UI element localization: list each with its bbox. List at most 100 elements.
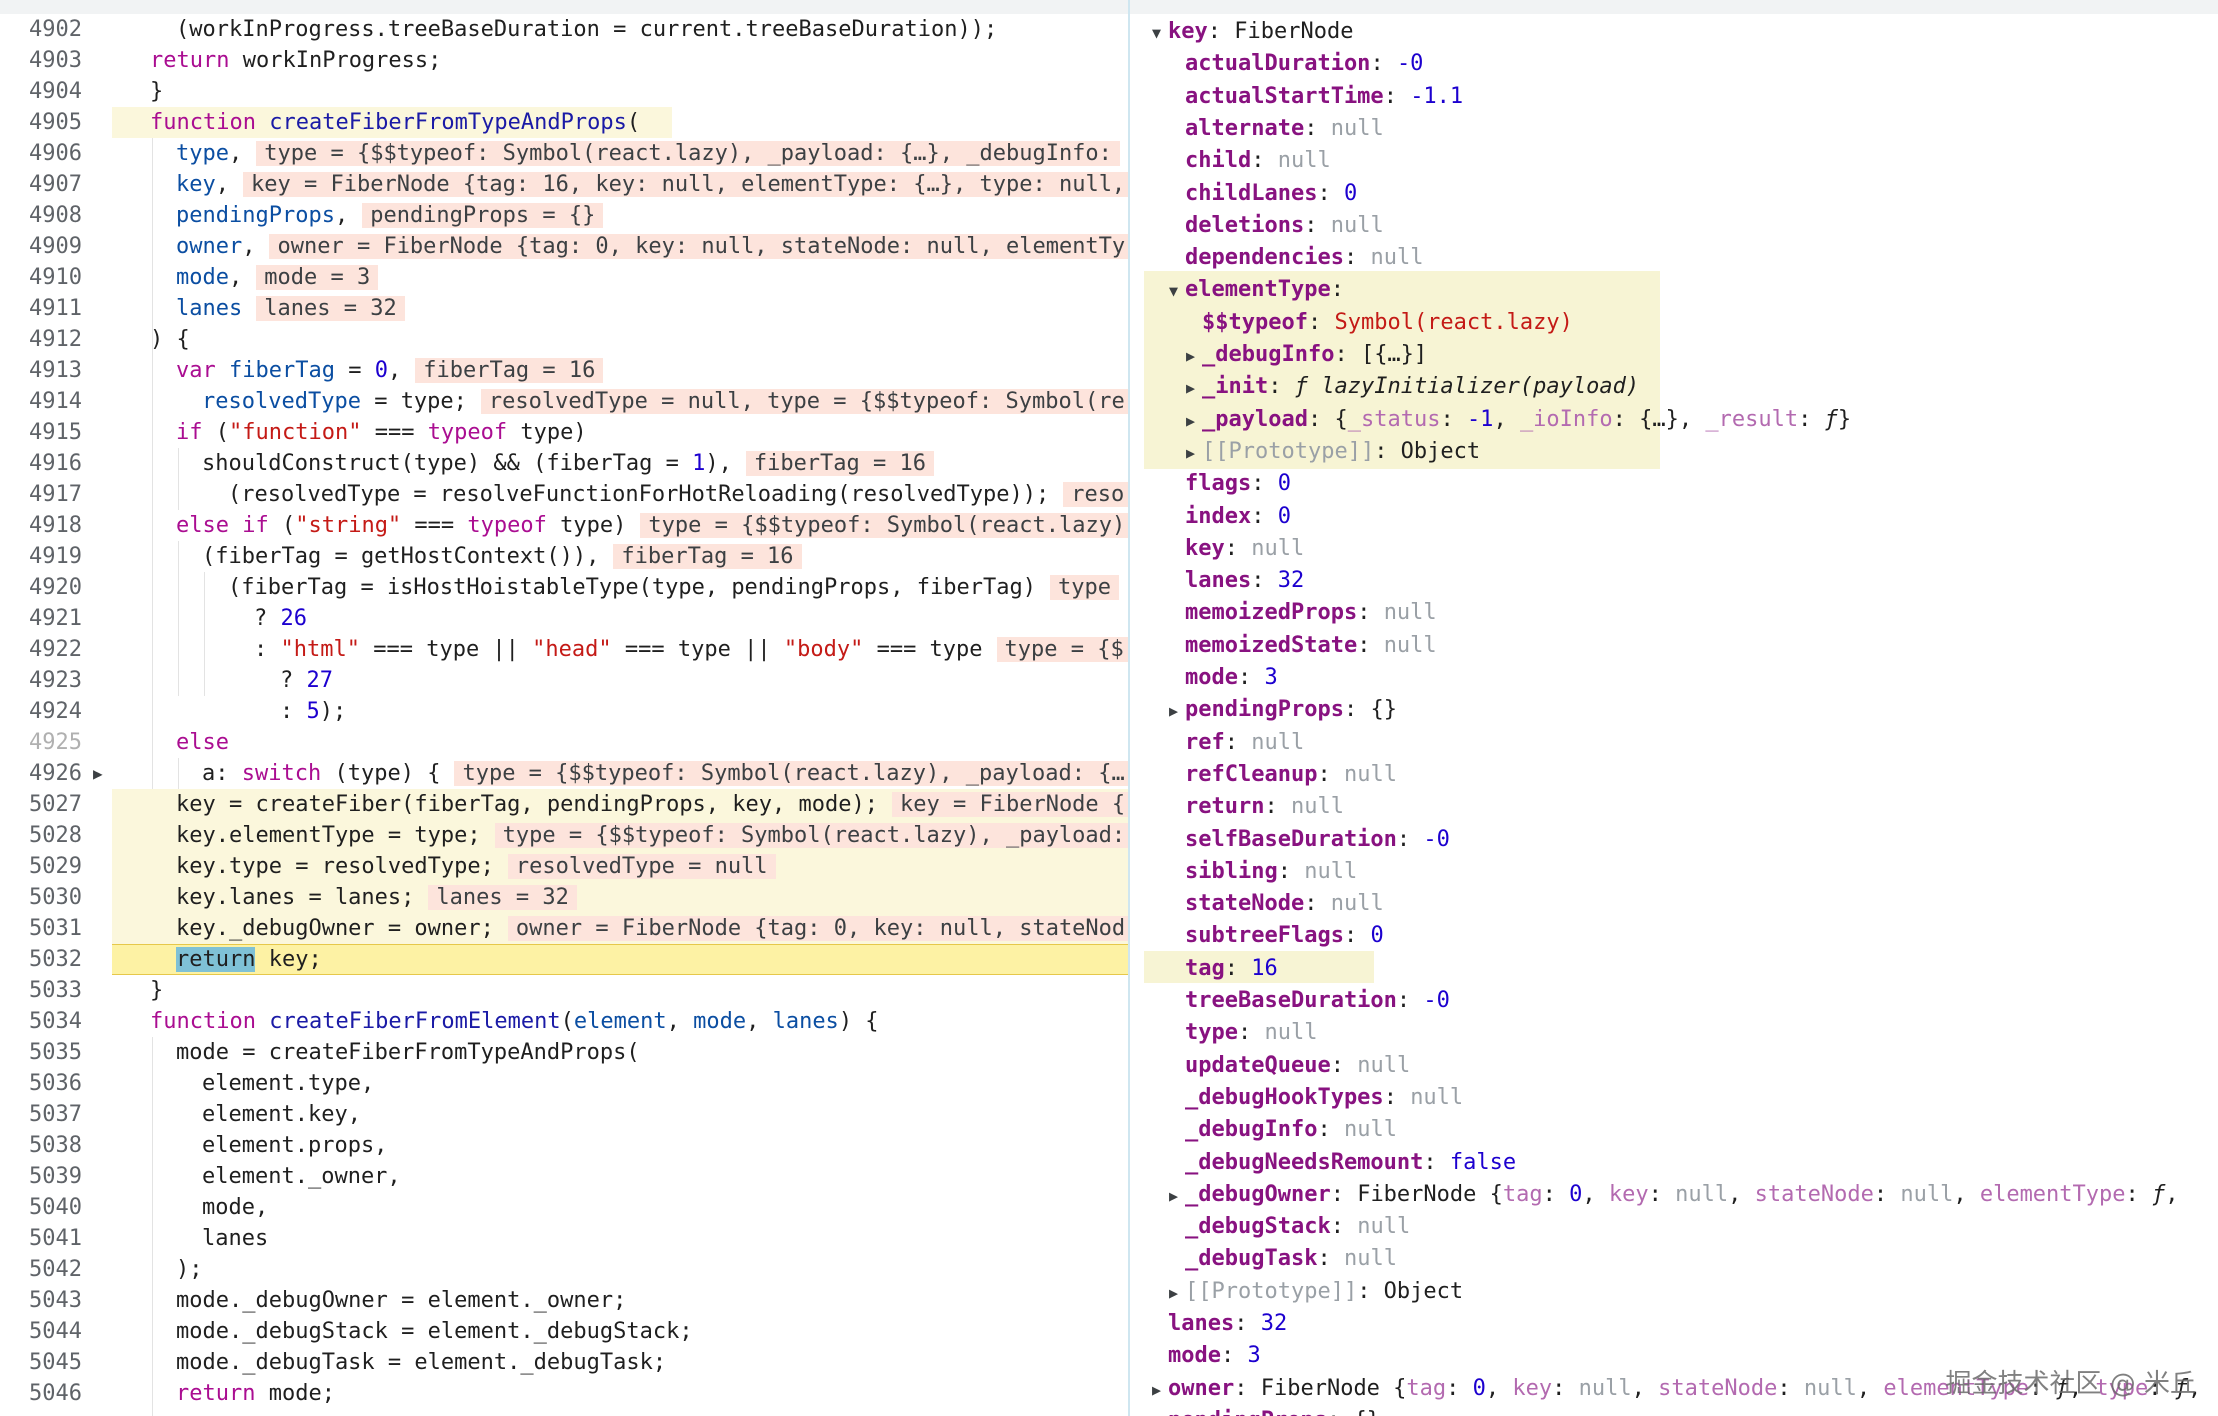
expanded-triangle-icon[interactable]: ▼ — [1152, 17, 1168, 49]
line-number[interactable]: 4907 — [0, 169, 82, 200]
scope-property-row[interactable]: _debugHookTypes: null — [1169, 1082, 1463, 1114]
code-line[interactable]: 5027 key = createFiber(fiberTag, pendingP… — [0, 789, 1128, 820]
scope-property-row[interactable]: $$typeof: Symbol(react.lazy) — [1186, 307, 1573, 339]
scope-property-row[interactable]: lanes: 32 — [1169, 565, 1304, 597]
scope-property-row[interactable]: updateQueue: null — [1169, 1050, 1410, 1082]
code-line[interactable]: 4907 key, key = FiberNode {tag: 16, key: n… — [0, 169, 1128, 200]
line-number[interactable]: 5038 — [0, 1130, 82, 1161]
expand-arrow-icon[interactable]: ▶ — [93, 758, 103, 789]
line-number[interactable]: 5035 — [0, 1037, 82, 1068]
line-number[interactable]: 4910 — [0, 262, 82, 293]
scope-property-row[interactable]: return: null — [1169, 791, 1344, 823]
line-number[interactable]: 4920 — [0, 572, 82, 603]
line-number[interactable]: 4919 — [0, 541, 82, 572]
code-line[interactable]: 4925 else — [0, 727, 1128, 758]
line-number[interactable]: 4924 — [0, 696, 82, 727]
line-number[interactable]: 5036 — [0, 1068, 82, 1099]
collapsed-triangle-icon[interactable]: ▶ — [1186, 340, 1202, 372]
code-line[interactable]: 4914 resolvedType = type; resolvedType = n… — [0, 386, 1128, 417]
scope-property-row[interactable]: ▼ elementType: — [1169, 274, 1344, 306]
scope-property-row[interactable]: subtreeFlags: 0 — [1169, 920, 1384, 952]
line-number[interactable]: 4909 — [0, 231, 82, 262]
code-line[interactable]: 4921 ? 26 — [0, 603, 1128, 634]
code-line[interactable]: 4902 (workInProgress.treeBaseDuration = c… — [0, 14, 1128, 45]
line-number[interactable]: 5042 — [0, 1254, 82, 1285]
line-number[interactable]: 5028 — [0, 820, 82, 851]
line-number[interactable]: 4908 — [0, 200, 82, 231]
code-line[interactable]: 4912) { — [0, 324, 1128, 355]
scope-property-row[interactable]: ▶ [[Prototype]]: Object — [1186, 436, 1480, 468]
scope-property-row[interactable]: tag: 16 — [1169, 953, 1278, 985]
line-number[interactable]: 4903 — [0, 45, 82, 76]
code-line[interactable]: 4906 type, type = {$$typeof: Symbol(react.… — [0, 138, 1128, 169]
code-line[interactable]: 4922: "html" === type || "head" === type… — [0, 634, 1128, 665]
code-line[interactable]: 4919 (fiberTag = getHostContext()), fiberT… — [0, 541, 1128, 572]
code-line[interactable]: 4911 lanes lanes = 32 — [0, 293, 1128, 324]
scope-property-row[interactable]: ▶ _debugInfo: [{…}] — [1186, 339, 1427, 371]
code-line[interactable]: 5040 mode, — [0, 1192, 1128, 1223]
code-line[interactable]: 5046 return mode; — [0, 1378, 1128, 1409]
line-number[interactable]: 4917 — [0, 479, 82, 510]
line-number[interactable]: 4904 — [0, 76, 82, 107]
scope-property-row[interactable]: ▼ key: FiberNode — [1152, 16, 1353, 48]
line-number[interactable]: 5045 — [0, 1347, 82, 1378]
line-number[interactable]: 5032 — [0, 944, 82, 975]
code-line[interactable]: 4923 ? 27 — [0, 665, 1128, 696]
code-line[interactable]: 5044 mode._debugStack = element._debugSta… — [0, 1316, 1128, 1347]
line-number[interactable]: 4911 — [0, 293, 82, 324]
collapsed-triangle-icon[interactable]: ▶ — [1186, 372, 1202, 404]
scope-property-row[interactable]: _debugInfo: null — [1169, 1114, 1397, 1146]
code-line[interactable]: 5031 key._debugOwner = owner; owner = Fibe… — [0, 913, 1128, 944]
code-line[interactable]: 5037 element.key, — [0, 1099, 1128, 1130]
code-line[interactable]: 5029 key.type = resolvedType; resolvedType… — [0, 851, 1128, 882]
line-number[interactable]: 5043 — [0, 1285, 82, 1316]
code-line[interactable]: 4910 mode, mode = 3 — [0, 262, 1128, 293]
scope-property-row[interactable]: ▶ _init: ƒ lazyInitializer(payload) — [1186, 371, 1639, 403]
collapsed-triangle-icon[interactable]: ▶ — [1186, 437, 1202, 469]
code-line[interactable]: 4909 owner, owner = FiberNode {tag: 0, key… — [0, 231, 1128, 262]
scope-property-row[interactable]: child: null — [1169, 145, 1331, 177]
code-line[interactable]: 5045 mode._debugTask = element._debugTask… — [0, 1347, 1128, 1378]
line-number[interactable]: 5029 — [0, 851, 82, 882]
line-number[interactable]: 5046 — [0, 1378, 82, 1409]
scope-property-row[interactable]: dependencies: null — [1169, 242, 1423, 274]
expanded-triangle-icon[interactable]: ▼ — [1169, 275, 1185, 307]
code-line[interactable]: 5028 key.elementType = type; type = {$$typ… — [0, 820, 1128, 851]
code-line[interactable]: 5039 element._owner, — [0, 1161, 1128, 1192]
line-number[interactable]: 4925 — [0, 727, 82, 758]
scope-property-row[interactable]: _debugStack: null — [1169, 1211, 1410, 1243]
scope-property-row[interactable]: actualStartTime: -1.1 — [1169, 81, 1463, 113]
scope-property-row[interactable]: ▶ [[Prototype]]: Object — [1169, 1276, 1463, 1308]
code-line[interactable]: 4918 else if ("string" === typeof type) ty… — [0, 510, 1128, 541]
line-number[interactable]: 4922 — [0, 634, 82, 665]
line-number[interactable]: 5034 — [0, 1006, 82, 1037]
line-number[interactable]: 4926 — [0, 758, 82, 789]
collapsed-triangle-icon[interactable]: ▶ — [1169, 1277, 1185, 1309]
code-line[interactable]: 5038 element.props, — [0, 1130, 1128, 1161]
scope-property-row[interactable]: memoizedState: null — [1169, 630, 1437, 662]
scope-property-row[interactable]: selfBaseDuration: -0 — [1169, 824, 1450, 856]
scope-property-row[interactable]: deletions: null — [1169, 210, 1384, 242]
code-line[interactable]: 5035 mode = createFiberFromTypeAndProps( — [0, 1037, 1128, 1068]
line-number[interactable]: 4912 — [0, 324, 82, 355]
scope-property-row[interactable]: ref: null — [1169, 727, 1304, 759]
line-number[interactable]: 5027 — [0, 789, 82, 820]
scope-panel[interactable]: ▼ key: FiberNode actualDuration: -0 actualS… — [1130, 14, 2218, 1416]
scope-property-row[interactable]: ▶pendingProps: {} — [1169, 694, 1397, 726]
scope-property-row[interactable]: flags: 0 — [1169, 468, 1291, 500]
collapsed-triangle-icon[interactable]: ▶ — [1152, 1406, 1168, 1416]
code-line[interactable]: 4915 if ("function" === typeof type) — [0, 417, 1128, 448]
collapsed-triangle-icon[interactable]: ▶ — [1169, 1180, 1185, 1212]
code-line[interactable]: 5033} — [0, 975, 1128, 1006]
line-number[interactable]: 4906 — [0, 138, 82, 169]
scope-property-row[interactable]: mode: 3 — [1169, 662, 1278, 694]
line-number[interactable]: 5041 — [0, 1223, 82, 1254]
line-number[interactable]: 5044 — [0, 1316, 82, 1347]
line-number[interactable]: 4918 — [0, 510, 82, 541]
collapsed-triangle-icon[interactable]: ▶ — [1186, 405, 1202, 437]
scope-property-row[interactable]: ▶ _debugOwner: FiberNode {tag: 0, key: nu… — [1169, 1179, 2179, 1211]
line-number[interactable]: 4902 — [0, 14, 82, 45]
code-line[interactable]: 4904} — [0, 76, 1128, 107]
line-number[interactable]: 5030 — [0, 882, 82, 913]
code-line[interactable]: 4903 return workInProgress; — [0, 45, 1128, 76]
